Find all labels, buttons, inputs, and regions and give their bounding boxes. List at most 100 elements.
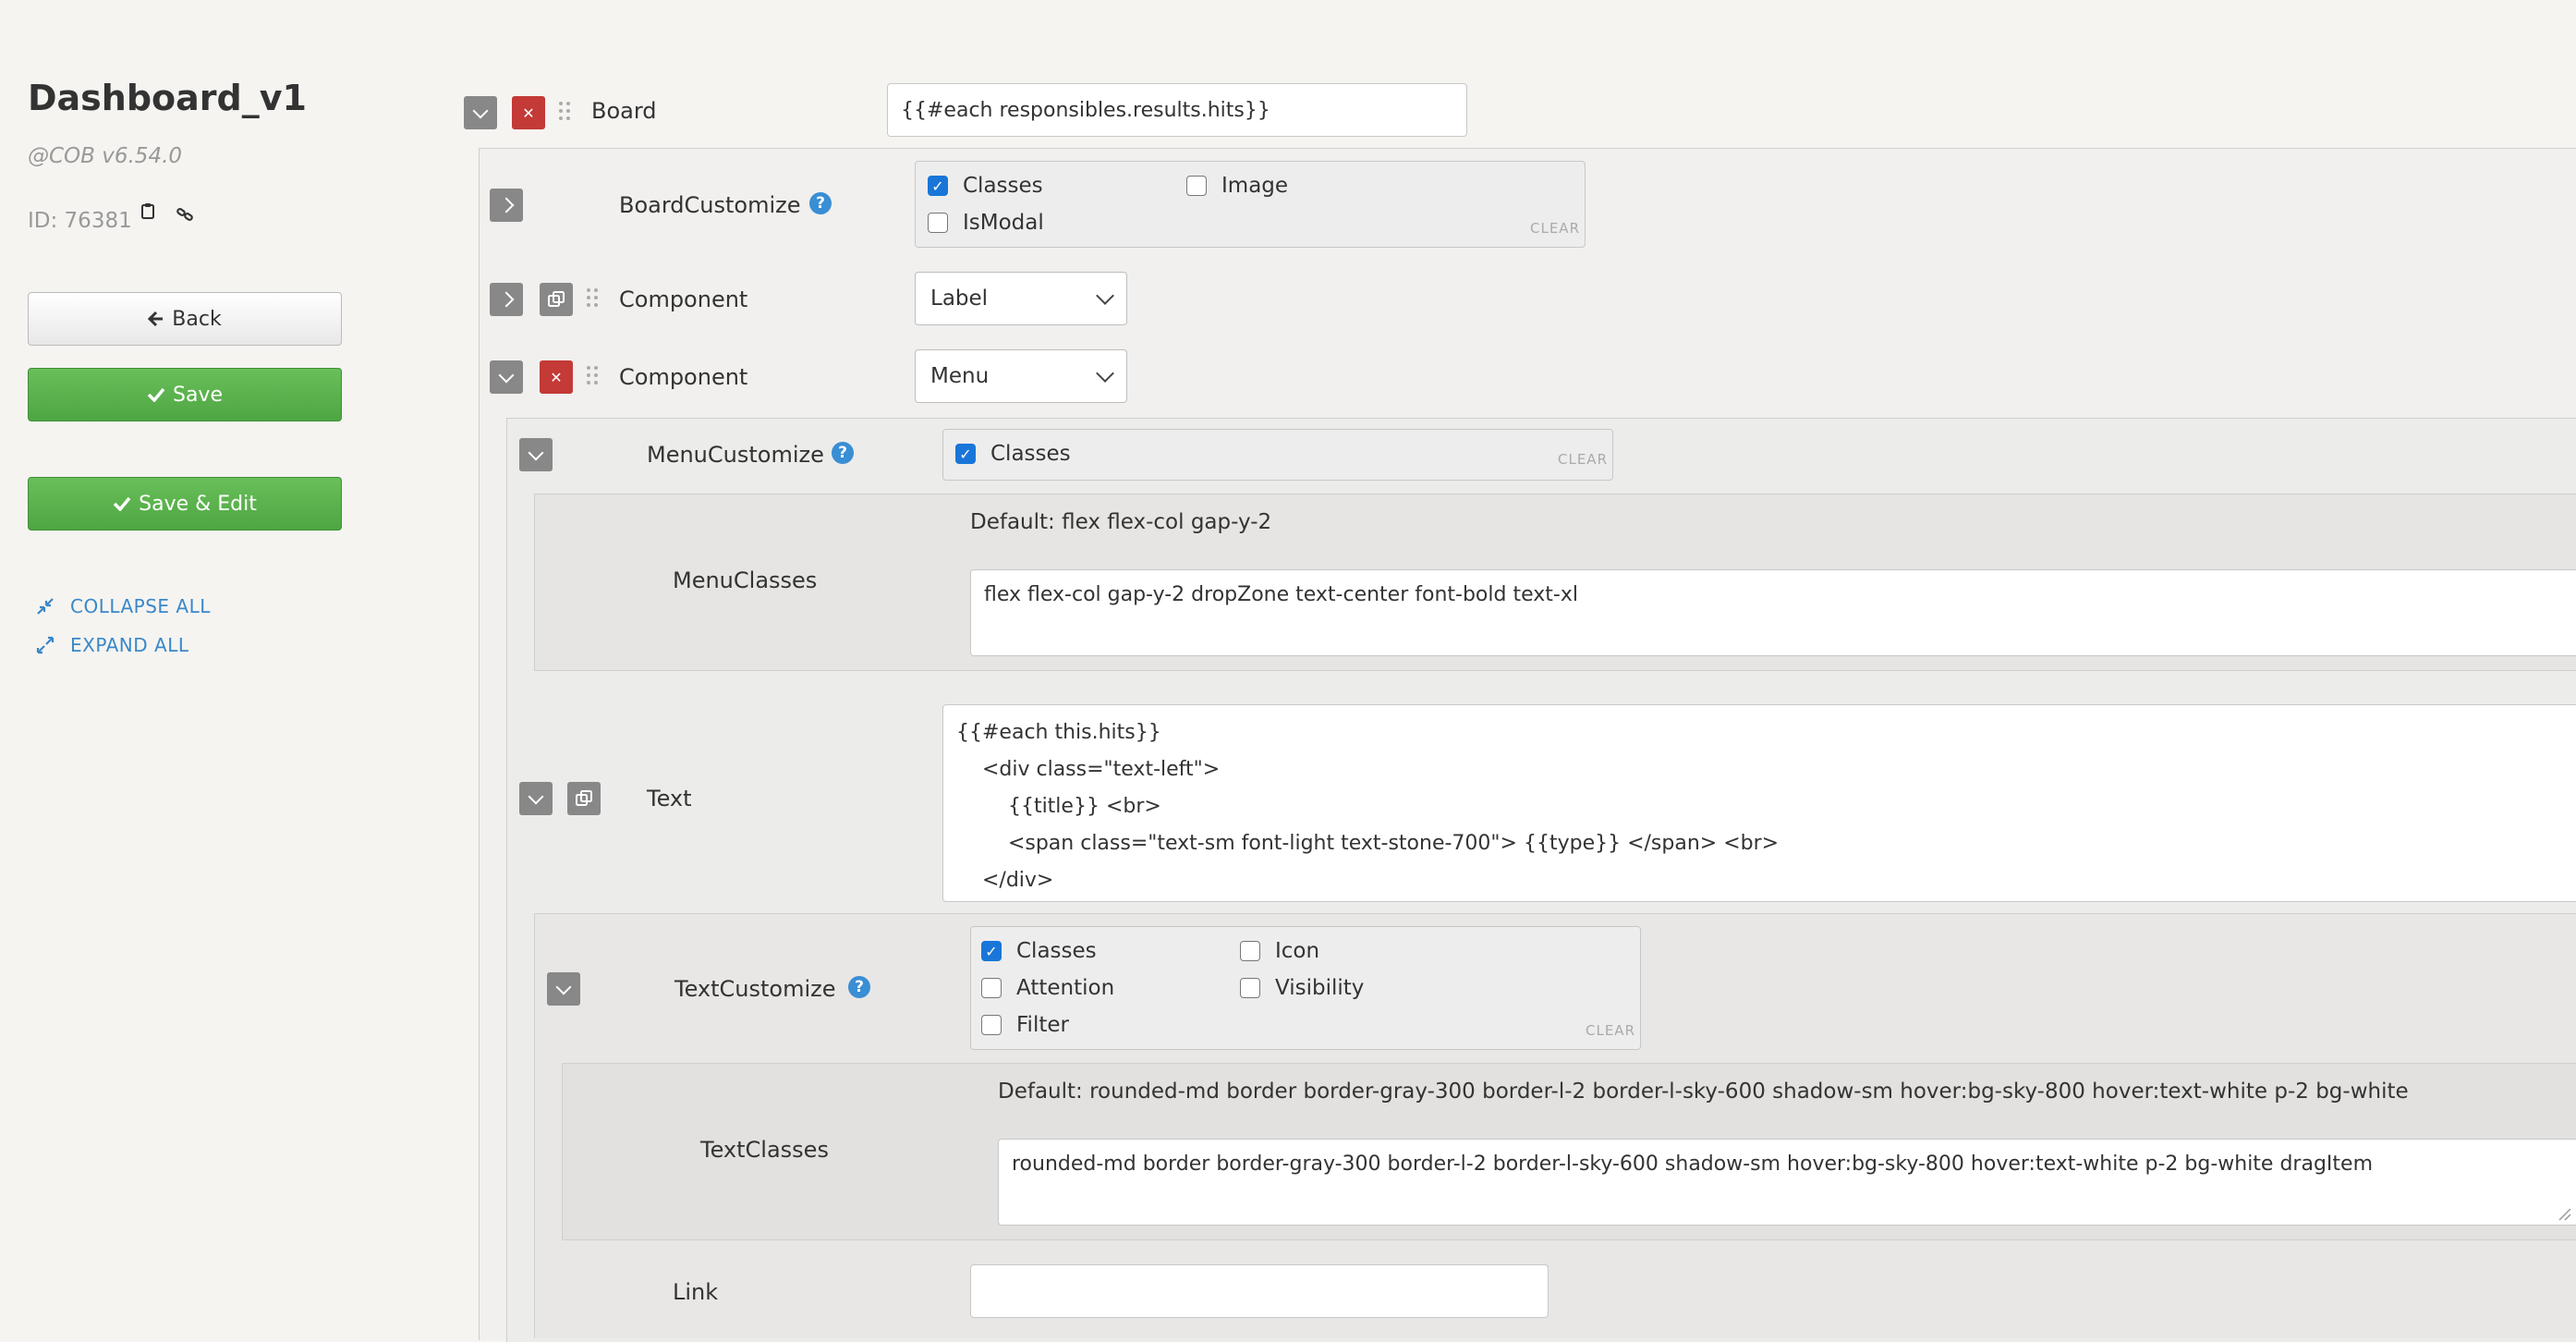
board-customize-label: BoardCustomize	[619, 192, 801, 218]
collapse-all-link[interactable]: COLLAPSE ALL	[35, 595, 211, 617]
expand-all-link[interactable]: EXPAND ALL	[35, 634, 189, 656]
help-icon[interactable]: ?	[848, 976, 870, 998]
component-expand-toggle[interactable]	[490, 283, 523, 316]
save-and-edit-button[interactable]: Save & Edit	[28, 477, 342, 531]
text-customize-label: TextCustomize	[674, 976, 836, 1002]
app-title: Dashboard_v1	[28, 78, 307, 118]
back-button[interactable]: Back	[28, 292, 342, 346]
checkbox-ismodal[interactable]: IsModal	[928, 211, 1044, 235]
code-line: {{title}} <br>	[956, 795, 1161, 818]
checkbox-unchecked[interactable]	[928, 213, 948, 233]
arrow-left-icon	[148, 311, 164, 327]
checkbox-checked[interactable]: ✓	[955, 444, 976, 464]
close-icon: ✕	[550, 368, 563, 386]
help-icon[interactable]: ?	[809, 192, 832, 214]
compress-icon	[37, 598, 54, 615]
checkbox-classes[interactable]: ✓ Classes	[981, 939, 1097, 963]
checkbox-unchecked[interactable]	[1240, 978, 1260, 998]
menu-classes-label: MenuClasses	[673, 567, 818, 593]
app-id: ID: 76381	[28, 209, 132, 233]
checkbox-attention[interactable]: Attention	[981, 976, 1114, 1000]
clear-button[interactable]: CLEAR	[1558, 451, 1608, 468]
chevron-down-icon	[1096, 287, 1114, 305]
checkbox-checked[interactable]: ✓	[928, 176, 948, 196]
text-label: Text	[647, 786, 692, 811]
checkbox-label: Attention	[1016, 976, 1115, 1000]
chevron-right-icon	[498, 291, 515, 308]
clear-button[interactable]: CLEAR	[1530, 220, 1580, 237]
checkbox-label: Classes	[990, 442, 1071, 466]
component-label: Component	[619, 287, 748, 312]
link-label: Link	[673, 1279, 719, 1305]
text-customize-collapse-toggle[interactable]	[547, 972, 580, 1006]
select-value: Menu	[930, 364, 990, 388]
checkbox-visibility[interactable]: Visibility	[1240, 976, 1364, 1000]
menu-customize-collapse-toggle[interactable]	[519, 438, 553, 471]
text-classes-input[interactable]: rounded-md border border-gray-300 border…	[998, 1139, 2576, 1226]
checkbox-label: Classes	[1016, 939, 1097, 963]
select-value: Label	[930, 287, 989, 311]
check-icon	[113, 496, 131, 511]
text-editor[interactable]: {{#each this.hits}} <div class="text-lef…	[942, 704, 2576, 902]
board-label: Board	[591, 98, 657, 124]
checkbox-classes[interactable]: ✓ Classes	[955, 442, 1071, 466]
checkbox-unchecked[interactable]	[981, 978, 1002, 998]
chevron-down-icon	[1096, 364, 1114, 383]
collapse-all-label: COLLAPSE ALL	[70, 595, 211, 617]
help-icon[interactable]: ?	[832, 442, 854, 464]
checkbox-label: Classes	[963, 174, 1043, 198]
chevron-right-icon	[498, 197, 515, 214]
component-select[interactable]: Label	[915, 272, 1127, 325]
chevron-down-icon	[555, 979, 572, 994]
checkbox-unchecked[interactable]	[1240, 941, 1260, 961]
checkbox-classes[interactable]: ✓ Classes	[928, 174, 1043, 198]
chevron-down-icon	[472, 103, 489, 118]
duplicate-button[interactable]	[540, 283, 573, 316]
expand-all-label: EXPAND ALL	[70, 634, 189, 656]
check-icon	[147, 387, 165, 402]
close-icon: ✕	[522, 104, 535, 122]
drag-handle-icon[interactable]	[556, 96, 573, 126]
checkbox-label: Icon	[1275, 939, 1320, 963]
code-line: </div>	[956, 869, 1054, 892]
drag-handle-icon[interactable]	[584, 283, 601, 312]
board-customize-expand-toggle[interactable]	[490, 189, 523, 222]
clear-button[interactable]: CLEAR	[1586, 1022, 1635, 1039]
component-label: Component	[619, 364, 748, 390]
text-collapse-toggle[interactable]	[519, 782, 553, 815]
link-icon[interactable]	[172, 201, 198, 227]
checkbox-unchecked[interactable]	[981, 1015, 1002, 1035]
save-and-edit-button-label: Save & Edit	[139, 492, 257, 516]
checkbox-filter[interactable]: Filter	[981, 1013, 1069, 1037]
resize-handle-icon[interactable]	[2554, 1203, 2572, 1222]
version-label: @COB v6.54.0	[28, 144, 183, 168]
text-classes-label: TextClasses	[700, 1137, 829, 1163]
component-remove-button[interactable]: ✕	[540, 360, 573, 394]
menu-classes-default: Default: flex flex-col gap-y-2	[970, 510, 1272, 534]
checkbox-image[interactable]: Image	[1186, 174, 1288, 198]
chevron-down-icon	[498, 367, 515, 383]
drag-handle-icon[interactable]	[584, 360, 601, 390]
checkbox-icon[interactable]: Icon	[1240, 939, 1319, 963]
checkbox-unchecked[interactable]	[1186, 176, 1207, 196]
menu-classes-input[interactable]: flex flex-col gap-y-2 dropZone text-cent…	[970, 569, 2576, 656]
duplicate-button[interactable]	[567, 782, 601, 815]
code-line: <span class="text-sm font-light text-sto…	[956, 832, 1780, 855]
code-line: <div class="text-left">	[956, 758, 1221, 781]
checkbox-checked[interactable]: ✓	[981, 941, 1002, 961]
text-classes-default: Default: rounded-md border border-gray-3…	[998, 1080, 2409, 1104]
checkbox-label: Image	[1221, 174, 1289, 198]
component-select[interactable]: Menu	[915, 349, 1127, 403]
copy-icon	[576, 790, 592, 806]
board-input[interactable]: {{#each responsibles.results.hits}}	[887, 83, 1467, 137]
expand-icon	[36, 636, 55, 654]
save-button[interactable]: Save	[28, 368, 342, 421]
link-input[interactable]	[970, 1264, 1549, 1318]
menu-customize-label: MenuCustomize	[647, 442, 824, 468]
component-collapse-toggle[interactable]	[490, 360, 523, 394]
checkbox-label: Filter	[1016, 1013, 1069, 1037]
save-button-label: Save	[172, 383, 223, 407]
clipboard-icon[interactable]	[135, 198, 161, 224]
board-collapse-toggle[interactable]	[464, 96, 497, 129]
board-remove-button[interactable]: ✕	[512, 96, 545, 129]
